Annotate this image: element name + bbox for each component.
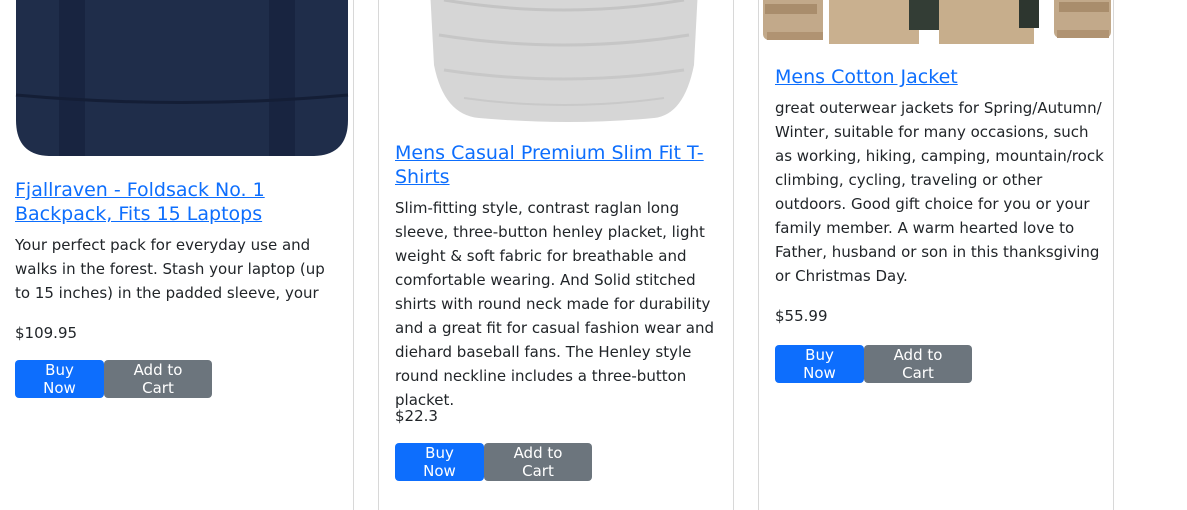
product-description: great outerwear jackets for Spring/Autum… [775,99,1104,285]
product-price: $55.99 [775,307,828,325]
product-price: $109.95 [15,324,78,342]
product-description: Your perfect pack for everyday use and w… [15,236,325,302]
product-title-link[interactable]: Mens Cotton Jacket [775,65,1095,89]
add-to-cart-button[interactable]: Add to Cart [864,345,972,383]
buy-now-button[interactable]: Buy Now [775,345,864,383]
jacket-image[interactable] [759,0,1115,46]
product-card: Mens Cotton Jacket great outerwear jacke… [758,0,1114,510]
buy-now-button[interactable]: Buy Now [15,360,104,398]
product-card: Mens Casual Premium Slim Fit T-Shirts Sl… [378,0,734,510]
buy-now-button[interactable]: Buy Now [395,443,484,481]
product-card: Fjallraven - Foldsack No. 1 Backpack, Fi… [0,0,354,510]
add-to-cart-button[interactable]: Add to Cart [104,360,212,398]
product-price: $22.3 [395,407,438,425]
tshirt-image[interactable] [419,0,709,123]
add-to-cart-button[interactable]: Add to Cart [484,443,592,481]
product-title-link[interactable]: Fjallraven - Foldsack No. 1 Backpack, Fi… [15,178,315,226]
product-description: Slim-fitting style, contrast raglan long… [395,199,715,409]
backpack-image[interactable] [14,0,350,160]
product-title-link[interactable]: Mens Casual Premium Slim Fit T-Shirts [395,141,705,189]
